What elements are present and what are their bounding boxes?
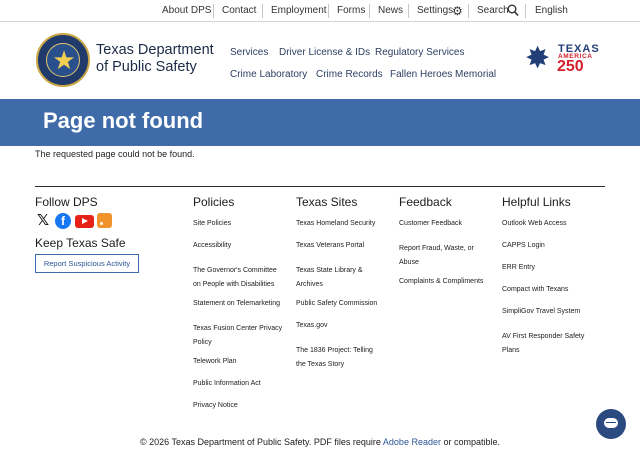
link-site-policies[interactable]: Site Policies [193,220,231,227]
link-statement-on-telemarketing[interactable]: Statement on Telemarketing [193,300,280,307]
nav-driver-license[interactable]: Driver License & IDs [279,47,370,58]
divider [525,4,526,18]
link-1836-project[interactable]: The 1836 Project: Telling the Texas Stor… [296,344,382,372]
copyright-text: © 2026 Texas Department of Public Safety… [139,437,381,447]
link-public-information-act[interactable]: Public Information Act [193,380,261,387]
star-icon: ✸ [525,42,551,75]
link-compact-with-texans[interactable]: Compact with Texans [502,286,568,293]
link-telework-plan[interactable]: Telework Plan [193,358,237,365]
nav-crime-records[interactable]: Crime Records [316,69,383,80]
link-av-first-responder[interactable]: AV First Responder Safety Plans [502,330,590,358]
link-complaints-compliments[interactable]: Complaints & Compliments [399,278,483,285]
gear-icon[interactable]: ⚙ [452,0,463,22]
logo-text-250: 250 [557,58,584,75]
utility-news[interactable]: News [378,0,403,22]
page-title: Page not found [43,108,204,133]
helpful-links-heading: Helpful Links [502,195,571,209]
page-title-banner: Page not found [0,99,640,146]
utility-employment[interactable]: Employment [271,0,327,22]
link-capps-login[interactable]: CAPPS Login [502,242,545,249]
search-icon[interactable] [507,4,519,17]
link-texas-gov[interactable]: Texas.gov [296,322,328,329]
nav-fallen-heroes-memorial[interactable]: Fallen Heroes Memorial [390,69,496,80]
utility-contact[interactable]: Contact [222,0,256,22]
link-customer-feedback[interactable]: Customer Feedback [399,220,462,227]
link-err-entry[interactable]: ERR Entry [502,264,535,271]
link-privacy-notice[interactable]: Privacy Notice [193,402,238,409]
site-header: ★ Texas Department of Public Safety Serv… [0,22,640,98]
texas-sites-heading: Texas Sites [296,195,358,209]
divider [213,4,214,18]
facebook-icon[interactable]: f [55,213,71,229]
divider [468,4,469,18]
link-texas-state-library[interactable]: Texas State Library & Archives [296,264,382,292]
follow-dps-heading: Follow DPS [35,195,98,209]
texas-america-250-logo[interactable]: ✸ TEXAS AMERICA 250 [523,42,607,78]
rss-icon[interactable] [97,213,112,228]
star-icon: ★ [52,45,76,75]
agency-name-line2: of Public Safety [96,59,197,75]
copyright-suffix: or compatible. [443,437,501,447]
copyright-line: © 2026 Texas Department of Public Safety… [0,437,640,447]
youtube-icon[interactable] [75,215,94,228]
utility-nav: About DPS Contact Employment Forms News … [0,0,640,22]
dps-seal-logo[interactable]: ★ [36,33,90,87]
language-selector[interactable]: English [535,0,568,22]
link-accessibility[interactable]: Accessibility [193,242,231,249]
link-texas-veterans-portal[interactable]: Texas Veterans Portal [296,242,364,249]
chat-button[interactable] [596,409,626,439]
link-outlook-web-access[interactable]: Outlook Web Access [502,220,566,227]
link-report-fraud[interactable]: Report Fraud, Waste, or Abuse [399,242,483,270]
utility-about-dps[interactable]: About DPS [162,0,211,22]
link-texas-homeland-security[interactable]: Texas Homeland Security [296,220,375,227]
error-message: The requested page could not be found. [35,149,195,159]
nav-regulatory-services[interactable]: Regulatory Services [375,47,464,58]
report-suspicious-activity-button[interactable]: Report Suspicious Activity [35,254,139,273]
link-public-safety-commission[interactable]: Public Safety Commission [296,300,377,307]
agency-name-line1: Texas Department [96,42,214,58]
divider [328,4,329,18]
agency-name[interactable]: Texas Department of Public Safety [96,42,214,76]
utility-forms[interactable]: Forms [337,0,365,22]
chat-bubble-icon [604,418,618,428]
feedback-heading: Feedback [399,195,452,209]
link-fusion-center-privacy[interactable]: Texas Fusion Center Privacy Policy [193,322,285,350]
divider [262,4,263,18]
utility-settings[interactable]: Settings [417,0,453,22]
keep-texas-safe-heading: Keep Texas Safe [35,236,126,250]
link-simpligov-travel[interactable]: SimpliGov Travel System [502,308,580,315]
x-twitter-icon[interactable]: 𝕏 [35,213,51,229]
link-governors-committee[interactable]: The Governor's Committee on People with … [193,264,285,292]
seal-center: ★ [46,43,80,77]
utility-search[interactable]: Search [477,0,509,22]
adobe-reader-link[interactable]: Adobe Reader [383,437,441,447]
footer-divider [35,186,605,187]
divider [408,4,409,18]
policies-heading: Policies [193,195,235,209]
divider [369,4,370,18]
nav-services[interactable]: Services [230,47,268,58]
nav-crime-laboratory[interactable]: Crime Laboratory [230,69,307,80]
